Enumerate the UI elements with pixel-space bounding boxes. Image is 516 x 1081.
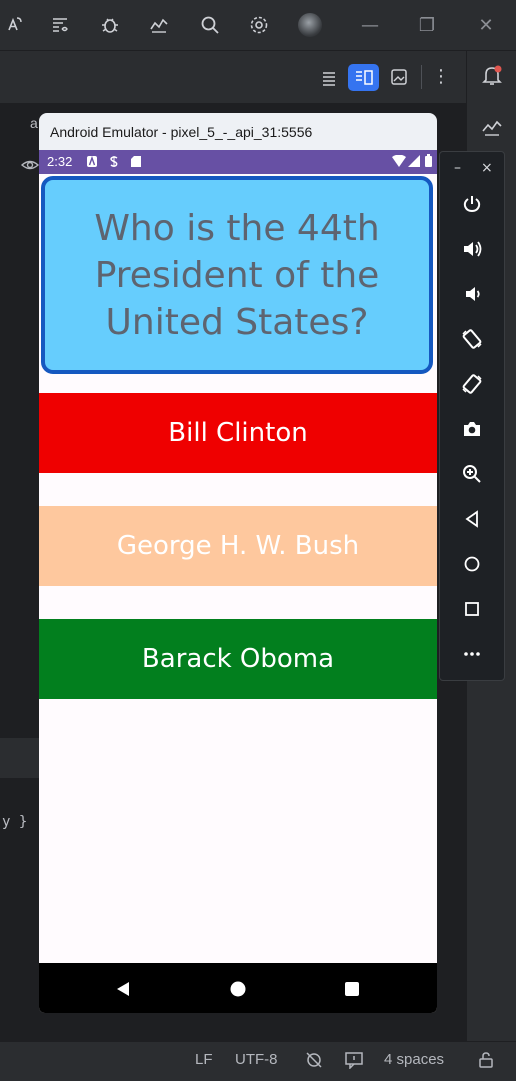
- split-view-button[interactable]: [348, 64, 379, 91]
- volume-up-icon[interactable]: [456, 233, 488, 265]
- panel-minimize-button[interactable]: –: [454, 160, 461, 176]
- answer-button-george-bush[interactable]: George H. W. Bush: [39, 506, 437, 586]
- overview-icon[interactable]: [456, 593, 488, 625]
- notification-s-icon: [110, 156, 118, 167]
- device-screen: 2:32 Who is the 44th President of the Un…: [39, 150, 437, 1013]
- emulator-window-title[interactable]: Android Emulator - pixel_5_-_api_31:5556: [39, 113, 437, 150]
- inspection-profile-icon[interactable]: [304, 1050, 324, 1070]
- volume-down-icon[interactable]: [456, 278, 488, 310]
- settings-gear-icon[interactable]: [243, 9, 275, 41]
- more-options-icon[interactable]: ⋮: [431, 66, 451, 88]
- nav-home-icon[interactable]: [226, 977, 250, 1001]
- code-view-icon[interactable]: [318, 67, 340, 89]
- lock-icon[interactable]: [476, 1050, 496, 1070]
- encoding-indicator[interactable]: UTF-8: [235, 1051, 278, 1068]
- rotate-left-icon[interactable]: [456, 323, 488, 355]
- structure-icon[interactable]: [44, 9, 76, 41]
- question-card: Who is the 44th President of the United …: [41, 176, 433, 374]
- eye-icon[interactable]: [20, 155, 40, 175]
- answer-button-bill-clinton[interactable]: Bill Clinton: [39, 393, 437, 473]
- code-fragment: y }: [2, 814, 28, 830]
- wifi-icon: [392, 155, 406, 167]
- nav-back-icon[interactable]: [111, 977, 135, 1001]
- panel-close-button[interactable]: ×: [481, 160, 493, 176]
- rotate-right-icon[interactable]: [456, 368, 488, 400]
- left-panel-bar: [0, 738, 39, 778]
- ide-status-bar: LF UTF-8 4 spaces: [0, 1041, 516, 1081]
- left-gutter: [0, 104, 39, 1044]
- search-icon[interactable]: [194, 9, 226, 41]
- more-icon[interactable]: [456, 638, 488, 670]
- nav-recents-icon[interactable]: [340, 977, 364, 1001]
- editor-toolbar: ⋮: [0, 51, 466, 104]
- debug-icon[interactable]: [94, 9, 126, 41]
- back-icon[interactable]: [456, 503, 488, 535]
- message-icon[interactable]: [344, 1051, 364, 1070]
- emulator-control-panel: – ×: [439, 151, 505, 681]
- left-tab-label: a: [30, 115, 38, 131]
- translate-icon[interactable]: [0, 9, 32, 41]
- notification-a-icon: [87, 156, 97, 167]
- android-status-bar: 2:32: [39, 150, 437, 174]
- signal-icon: [408, 155, 420, 167]
- gemini-assistant-icon[interactable]: [480, 115, 504, 139]
- toolbar-divider: [421, 65, 422, 89]
- camera-screenshot-icon[interactable]: [456, 413, 488, 445]
- window-minimize-button[interactable]: —: [354, 9, 386, 41]
- zoom-icon[interactable]: [456, 458, 488, 490]
- answer-button-barack-obama[interactable]: Barack Oboma: [39, 619, 437, 699]
- home-icon[interactable]: [456, 548, 488, 580]
- profiler-icon[interactable]: [143, 9, 175, 41]
- window-close-button[interactable]: ✕: [470, 9, 502, 41]
- android-nav-bar: [39, 963, 437, 1013]
- user-avatar[interactable]: [294, 9, 326, 41]
- design-view-icon[interactable]: [388, 66, 410, 88]
- ide-top-toolbar: — ❐ ✕: [0, 0, 516, 51]
- battery-icon: [425, 154, 432, 167]
- line-separator-indicator[interactable]: LF: [195, 1051, 213, 1068]
- status-time: 2:32: [47, 154, 73, 169]
- indent-indicator[interactable]: 4 spaces: [384, 1051, 444, 1068]
- window-restore-button[interactable]: ❐: [411, 9, 443, 41]
- notifications-bell-icon[interactable]: [480, 63, 504, 87]
- power-icon[interactable]: [456, 188, 488, 220]
- sd-card-icon: [131, 156, 141, 167]
